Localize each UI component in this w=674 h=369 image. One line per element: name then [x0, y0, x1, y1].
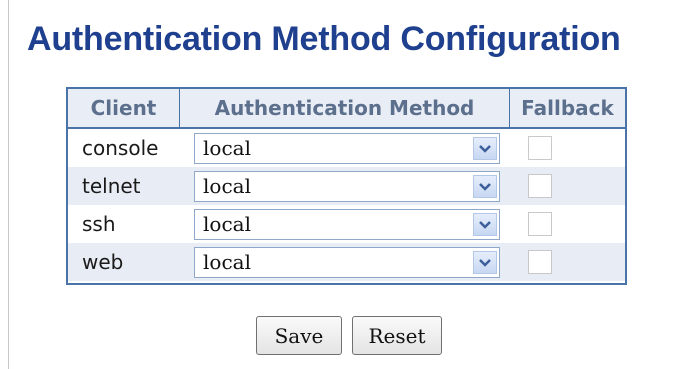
fallback-checkbox-ssh[interactable] — [528, 212, 552, 236]
client-name: telnet — [82, 174, 141, 198]
table-row-telnet: telnet local — [68, 167, 625, 205]
chevron-down-icon[interactable] — [473, 213, 497, 236]
chevron-down-icon[interactable] — [473, 137, 497, 160]
table-row-web: web local — [68, 243, 625, 281]
table-row-ssh: ssh local — [68, 205, 625, 243]
save-button[interactable]: Save — [256, 316, 342, 355]
auth-method-select-telnet[interactable]: local — [194, 171, 500, 202]
client-name: console — [82, 136, 159, 160]
reset-button[interactable]: Reset — [352, 316, 442, 355]
chevron-down-icon[interactable] — [473, 175, 497, 198]
fallback-checkbox-telnet[interactable] — [528, 174, 552, 198]
select-value: local — [203, 212, 251, 236]
select-value: local — [203, 136, 251, 160]
select-value: local — [203, 250, 251, 274]
page-title: Authentication Method Configuration — [27, 20, 621, 58]
column-header-auth-method: Authentication Method — [180, 89, 510, 129]
auth-method-select-console[interactable]: local — [194, 133, 500, 164]
fallback-checkbox-console[interactable] — [528, 136, 552, 160]
auth-method-select-ssh[interactable]: local — [194, 209, 500, 240]
auth-method-select-web[interactable]: local — [194, 247, 500, 278]
client-name: ssh — [82, 212, 116, 236]
frame-left-border — [8, 0, 9, 369]
select-value: local — [203, 174, 251, 198]
column-header-client: Client — [68, 89, 180, 129]
auth-method-table: Client Authentication Method Fallback co… — [66, 87, 627, 285]
column-header-fallback: Fallback — [510, 89, 625, 129]
chevron-down-icon[interactable] — [473, 251, 497, 274]
client-name: web — [82, 250, 124, 274]
table-row-console: console local — [68, 129, 625, 167]
fallback-checkbox-web[interactable] — [528, 250, 552, 274]
